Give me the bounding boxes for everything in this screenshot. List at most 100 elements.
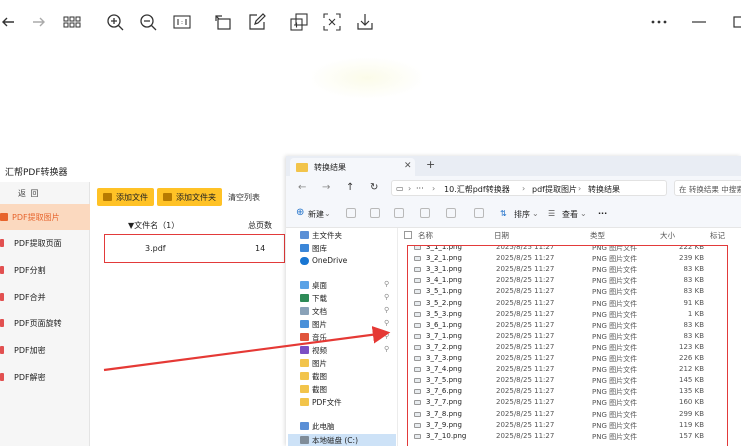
refresh-icon[interactable]: ↻ xyxy=(370,182,378,193)
file-row[interactable]: 3_5_1.png 2025/8/25 11:27 PNG 图片文件 83 KB xyxy=(408,286,727,297)
nav-music[interactable]: 音乐 ⚲ xyxy=(300,332,389,343)
png-file-icon xyxy=(414,400,421,406)
nav-folder-screenshots[interactable]: 截图 xyxy=(300,371,327,382)
overflow-icon[interactable]: ··· xyxy=(416,184,424,193)
file-row[interactable]: 3_7_2.png 2025/8/25 11:27 PNG 图片文件 123 KB xyxy=(408,342,727,353)
close-tab-icon[interactable]: ✕ xyxy=(404,161,412,171)
view-button[interactable]: 查看 xyxy=(562,209,578,220)
nav-local-disk-c[interactable]: 本地磁盘 (C:) xyxy=(300,435,358,446)
nav-pictures[interactable]: 图片 ⚲ xyxy=(300,319,389,330)
file-row[interactable]: 3_7_1.png 2025/8/25 11:27 PNG 图片文件 83 KB xyxy=(408,331,727,342)
forward-arrow-icon[interactable] xyxy=(30,13,48,31)
back-button[interactable]: 返 回 xyxy=(18,188,40,199)
up-icon[interactable]: ↑ xyxy=(346,182,354,193)
column-name[interactable]: 名称 xyxy=(418,230,433,241)
column-date[interactable]: 日期 xyxy=(494,230,509,241)
zoom-out-icon[interactable] xyxy=(139,13,157,31)
file-size: 83 KB xyxy=(683,331,704,340)
file-row[interactable]: 3_7_6.png 2025/8/25 11:27 PNG 图片文件 135 KB xyxy=(408,386,727,397)
nav-desktop[interactable]: 桌面 ⚲ xyxy=(300,280,389,291)
png-file-icon xyxy=(414,378,421,384)
png-file-icon xyxy=(414,389,421,395)
file-row[interactable]: 3_7_5.png 2025/8/25 11:27 PNG 图片文件 145 KB xyxy=(408,375,727,386)
file-row[interactable]: 3_7_9.png 2025/8/25 11:27 PNG 图片文件 119 KB xyxy=(408,420,727,431)
file-size: 135 KB xyxy=(679,387,704,396)
png-file-icon xyxy=(414,422,421,428)
paste-icon[interactable] xyxy=(394,208,404,218)
nav-downloads[interactable]: 下载 ⚲ xyxy=(300,293,389,304)
breadcrumb-item[interactable]: 转换结果 xyxy=(588,184,620,195)
nav-folder-pictures[interactable]: 图片 xyxy=(300,358,327,369)
clear-list-button[interactable]: 清空列表 xyxy=(228,192,260,203)
file-row[interactable]: 3_6_1.png 2025/8/25 11:27 PNG 图片文件 83 KB xyxy=(408,320,727,331)
nav-this-pc[interactable]: 此电脑 xyxy=(300,421,335,432)
nav-pdf-decrypt[interactable]: PDF解密 xyxy=(0,364,90,390)
file-row[interactable]: 3_7_4.png 2025/8/25 11:27 PNG 图片文件 212 KB xyxy=(408,364,727,375)
nav-pdf-rotate[interactable]: PDF页面旋转 xyxy=(0,310,90,336)
new-button[interactable]: 新建 xyxy=(308,209,324,220)
search-input[interactable]: 在 转换结果 中搜索 xyxy=(674,180,741,196)
file-name: 3_5_2.png xyxy=(426,298,462,307)
nav-videos[interactable]: 视频 ⚲ xyxy=(300,345,389,356)
back-icon[interactable]: ← xyxy=(298,182,306,193)
nav-documents[interactable]: 文档 ⚲ xyxy=(300,306,389,317)
address-bar[interactable]: ▭ › ··· › 10.汇帮pdf转换器 › pdf提取图片 › 转换结果 xyxy=(391,180,667,196)
select-all-checkbox[interactable] xyxy=(404,231,412,239)
nav-pdf-merge[interactable]: PDF合并 xyxy=(0,284,90,310)
folder-icon xyxy=(296,163,308,172)
file-row[interactable]: 3_2_1.png 2025/8/25 11:27 PNG 图片文件 239 KB xyxy=(408,253,727,264)
nav-pdf-extract-pages[interactable]: PDF提取页面 xyxy=(0,230,90,256)
file-row[interactable]: 3_7_7.png 2025/8/25 11:27 PNG 图片文件 160 KB xyxy=(408,397,727,408)
nav-home[interactable]: 主文件夹 xyxy=(300,230,342,241)
nav-folder-pdf[interactable]: PDF文件 xyxy=(300,397,342,408)
grid-view-icon[interactable] xyxy=(63,13,81,31)
minimize-icon[interactable] xyxy=(690,13,708,31)
nav-pdf-extract-images[interactable]: PDF提取图片 xyxy=(0,204,90,230)
file-row[interactable]: 3_7_8.png 2025/8/25 11:27 PNG 图片文件 299 KB xyxy=(408,409,727,420)
nav-pdf-encrypt[interactable]: PDF加密 xyxy=(0,337,90,363)
download-icon[interactable] xyxy=(356,13,374,31)
sort-button[interactable]: 排序 xyxy=(514,209,530,220)
cut-icon[interactable] xyxy=(346,208,356,218)
share-icon[interactable] xyxy=(446,208,456,218)
column-type[interactable]: 类型 xyxy=(590,230,605,241)
back-arrow-icon[interactable] xyxy=(0,13,18,31)
more-options-button[interactable]: ··· xyxy=(598,209,607,218)
nav-folder-screenshots-2[interactable]: 截图 xyxy=(300,384,327,395)
edit-icon[interactable] xyxy=(248,13,266,31)
actual-size-icon[interactable] xyxy=(173,13,191,31)
column-size[interactable]: 大小 xyxy=(660,230,675,241)
file-row[interactable]: 3_3_1.png 2025/8/25 11:27 PNG 图片文件 83 KB xyxy=(408,264,727,275)
column-file-name[interactable]: ▼文件名（1） xyxy=(128,220,179,231)
rotate-icon[interactable] xyxy=(214,13,232,31)
file-row[interactable]: 3.pdf 14 xyxy=(104,234,285,263)
zoom-in-icon[interactable] xyxy=(106,13,124,31)
file-row[interactable]: 3_7_3.png 2025/8/25 11:27 PNG 图片文件 226 KB xyxy=(408,353,727,364)
more-icon[interactable] xyxy=(650,13,668,31)
forward-icon[interactable]: → xyxy=(322,182,330,193)
file-row[interactable]: 3_5_2.png 2025/8/25 11:27 PNG 图片文件 91 KB xyxy=(408,298,727,309)
file-type: PNG 图片文件 xyxy=(592,432,638,441)
file-row[interactable]: 3_7_10.png 2025/8/25 11:27 PNG 图片文件 157 KB xyxy=(408,431,727,442)
file-row[interactable]: 3_1_1.png 2025/8/25 11:27 PNG 图片文件 222 KB xyxy=(408,246,727,253)
delete-icon[interactable] xyxy=(474,208,484,218)
nav-pdf-split[interactable]: PDF分割 xyxy=(0,257,90,283)
file-row[interactable]: 3_4_1.png 2025/8/25 11:27 PNG 图片文件 83 KB xyxy=(408,275,727,286)
add-folder-button[interactable]: 添加文件夹 xyxy=(157,188,222,206)
maximize-icon[interactable] xyxy=(733,13,741,31)
png-file-icon xyxy=(414,289,421,295)
new-tab-button[interactable]: + xyxy=(426,158,435,171)
breadcrumb-item[interactable]: pdf提取图片 xyxy=(532,184,577,195)
add-file-button[interactable]: 添加文件 xyxy=(97,188,154,206)
column-tags[interactable]: 标记 xyxy=(710,230,725,241)
file-pages: 14 xyxy=(255,244,266,253)
extract-icon[interactable] xyxy=(323,13,341,31)
file-row[interactable]: 3_5_3.png 2025/8/25 11:27 PNG 图片文件 1 KB xyxy=(408,309,727,320)
nav-gallery[interactable]: 图库 xyxy=(300,243,327,254)
breadcrumb-item[interactable]: 10.汇帮pdf转换器 xyxy=(444,184,510,195)
copy-icon[interactable] xyxy=(370,208,380,218)
rename-icon[interactable] xyxy=(420,208,430,218)
copy-text-icon[interactable] xyxy=(290,13,308,31)
tab-conversion-result[interactable]: 转换结果 ✕ xyxy=(290,158,415,176)
nav-onedrive[interactable]: OneDrive xyxy=(300,256,347,265)
